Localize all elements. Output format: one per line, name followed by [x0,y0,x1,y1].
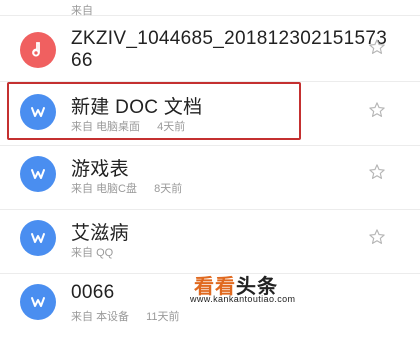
watermark-url: www.kankantoutiao.com [190,294,296,304]
word-doc-icon [20,220,56,256]
file-time: 11天前 [146,311,180,323]
file-source: 来自 [71,311,93,323]
file-source: 来自 [71,247,93,259]
file-title: ZKZIV_1044685_201812302151573 [71,28,388,49]
file-row[interactable]: 艾滋病 来自 QQ [0,210,420,274]
file-title: 0066 [71,282,115,303]
star-icon[interactable] [368,163,386,181]
file-meta: 来自 QQ [71,244,113,260]
file-row[interactable]: ZKZIV_1044685_201812302151573 66 [0,16,420,82]
watermark: 看看头条 www.kankantoutiao.com [190,270,390,310]
file-row[interactable]: 游戏表 来自 电脑C盘 8天前 [0,146,420,210]
file-meta: 来自 本设备 11天前 [71,308,180,324]
star-icon[interactable] [368,101,386,119]
star-icon[interactable] [368,38,386,56]
file-list: 来自 ZKZIV_1044685_201812302151573 66 新建 D… [0,0,420,323]
file-time: 8天前 [154,183,183,195]
star-icon[interactable] [368,228,386,246]
file-title-continued: 66 [71,50,93,71]
file-meta: 来自 电脑C盘 8天前 [71,180,182,196]
file-title: 艾滋病 [71,223,129,244]
music-note-icon [20,32,56,68]
file-title: 游戏表 [71,159,129,180]
word-doc-icon [20,156,56,192]
file-device: QQ [96,247,114,259]
file-device: 本设备 [96,311,130,323]
highlight-box [7,82,301,140]
file-row[interactable]: 来自 [0,0,420,17]
file-source: 来自 [71,183,93,195]
file-device: 电脑C盘 [96,183,138,195]
